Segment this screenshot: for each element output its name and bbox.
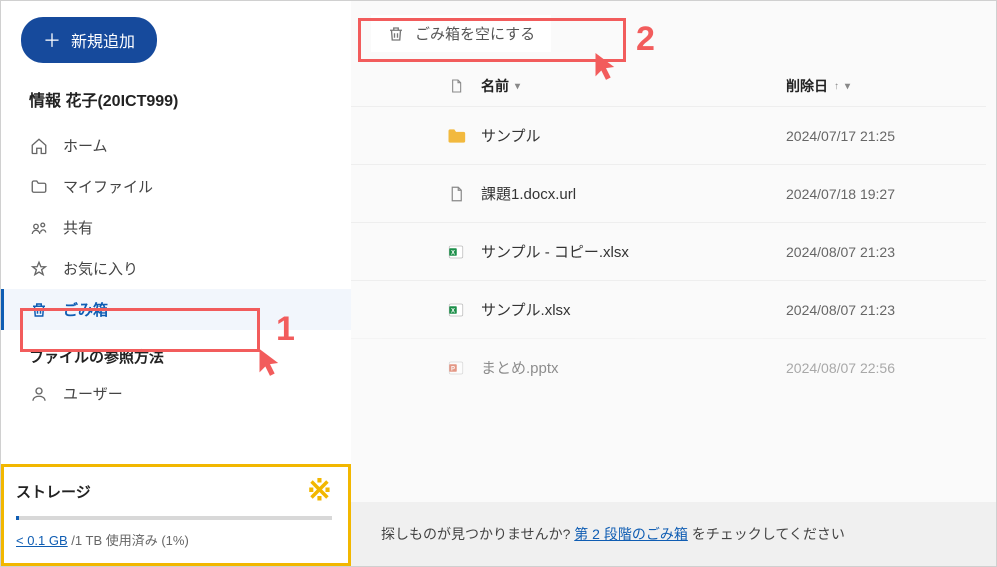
file-date: 2024/07/17 21:25 bbox=[786, 128, 966, 144]
excel-icon: X bbox=[431, 243, 481, 261]
svg-text:X: X bbox=[451, 308, 455, 314]
excel-icon: X bbox=[431, 301, 481, 319]
nav-label: マイファイル bbox=[63, 176, 153, 197]
nav-primary: ホーム マイファイル 共有 お気に入り bbox=[1, 125, 351, 330]
file-name: サンプル - コピー.xlsx bbox=[481, 241, 786, 262]
main-area: ごみ箱を空にする 名前 ▾ 削除日 ↑ ▾ bbox=[351, 1, 996, 566]
nav-favorites[interactable]: お気に入り bbox=[1, 248, 351, 289]
column-name-label: 名前 bbox=[481, 76, 509, 96]
footer-prefix: 探しものが見つかりませんか? bbox=[381, 526, 574, 542]
list-item[interactable]: X サンプル - コピー.xlsx 2024/08/07 21:23 bbox=[351, 222, 986, 280]
empty-trash-button[interactable]: ごみ箱を空にする bbox=[371, 15, 551, 52]
file-type-icon bbox=[431, 78, 481, 94]
chevron-down-icon: ▾ bbox=[845, 81, 850, 92]
storage-bar bbox=[16, 516, 332, 520]
file-date: 2024/07/18 19:27 bbox=[786, 186, 966, 202]
nav-label: ごみ箱 bbox=[63, 299, 108, 320]
nav-label: 共有 bbox=[63, 217, 93, 238]
svg-text:P: P bbox=[451, 366, 455, 372]
storage-usage: < 0.1 GB /1 TB 使用済み (1%) bbox=[16, 530, 332, 549]
arrow-up-icon: ↑ bbox=[834, 81, 839, 92]
list-header: 名前 ▾ 削除日 ↑ ▾ bbox=[351, 66, 986, 106]
storage-note-symbol: ※ bbox=[307, 473, 332, 508]
file-name: サンプル.xlsx bbox=[481, 299, 786, 320]
star-icon bbox=[29, 259, 49, 279]
storage-title: ストレージ bbox=[16, 481, 332, 502]
home-icon bbox=[29, 136, 49, 156]
file-icon bbox=[431, 185, 481, 203]
list-item[interactable]: X サンプル.xlsx 2024/08/07 21:23 bbox=[351, 280, 986, 338]
file-date: 2024/08/07 21:23 bbox=[786, 302, 966, 318]
nav-shared[interactable]: 共有 bbox=[1, 207, 351, 248]
trash-icon bbox=[387, 25, 405, 43]
trash-icon bbox=[29, 300, 49, 320]
second-stage-trash-link[interactable]: 第 2 段階のごみ箱 bbox=[574, 526, 688, 542]
footer-banner: 探しものが見つかりませんか? 第 2 段階のごみ箱 をチェックしてください bbox=[351, 502, 996, 566]
column-date-label: 削除日 bbox=[786, 76, 828, 96]
sidebar: ＋ 新規追加 情報 花子(20ICT999) ホーム マイファイル bbox=[1, 1, 351, 566]
toolbar: ごみ箱を空にする bbox=[351, 1, 996, 66]
list-item[interactable]: P まとめ.pptx 2024/08/07 22:56 bbox=[351, 338, 986, 396]
list-item[interactable]: 課題1.docx.url 2024/07/18 19:27 bbox=[351, 164, 986, 222]
nav-secondary: ユーザー bbox=[1, 373, 351, 414]
nav-myfiles[interactable]: マイファイル bbox=[1, 166, 351, 207]
storage-usage-link[interactable]: < 0.1 GB bbox=[16, 533, 68, 548]
storage-usage-rest: /1 TB 使用済み (1%) bbox=[68, 533, 189, 548]
file-date: 2024/08/07 22:56 bbox=[786, 360, 966, 376]
chevron-down-icon: ▾ bbox=[515, 81, 520, 92]
powerpoint-icon: P bbox=[431, 359, 481, 377]
file-name: サンプル bbox=[481, 125, 786, 146]
column-deleted-date[interactable]: 削除日 ↑ ▾ bbox=[786, 76, 966, 96]
empty-trash-label: ごみ箱を空にする bbox=[415, 23, 535, 44]
folder-icon bbox=[29, 177, 49, 197]
user-icon bbox=[29, 384, 49, 404]
nav-label: ユーザー bbox=[63, 383, 123, 404]
nav-users[interactable]: ユーザー bbox=[1, 373, 351, 414]
nav-trash[interactable]: ごみ箱 bbox=[1, 289, 351, 330]
storage-bar-fill bbox=[16, 516, 19, 520]
user-name: 情報 花子(20ICT999) bbox=[29, 87, 351, 111]
file-date: 2024/08/07 21:23 bbox=[786, 244, 966, 260]
nav-label: ホーム bbox=[63, 135, 108, 156]
list-item[interactable]: サンプル 2024/07/17 21:25 bbox=[351, 106, 986, 164]
column-name[interactable]: 名前 ▾ bbox=[481, 76, 786, 96]
nav-home[interactable]: ホーム bbox=[1, 125, 351, 166]
add-new-label: 新規追加 bbox=[71, 28, 135, 52]
plus-icon: ＋ bbox=[43, 27, 61, 53]
file-list: 名前 ▾ 削除日 ↑ ▾ サンプル 2024/07/17 21:25 bbox=[351, 66, 996, 502]
footer-suffix: をチェックしてください bbox=[688, 526, 845, 542]
share-icon bbox=[29, 218, 49, 238]
storage-panel: ストレージ ※ < 0.1 GB /1 TB 使用済み (1%) bbox=[1, 464, 351, 566]
folder-icon bbox=[431, 126, 481, 146]
add-new-button[interactable]: ＋ 新規追加 bbox=[21, 17, 157, 63]
nav-label: お気に入り bbox=[63, 258, 138, 279]
file-name: 課題1.docx.url bbox=[481, 183, 786, 204]
file-name: まとめ.pptx bbox=[481, 357, 786, 378]
section-browse-label: ファイルの参照方法 bbox=[29, 346, 351, 367]
svg-text:X: X bbox=[451, 250, 455, 256]
